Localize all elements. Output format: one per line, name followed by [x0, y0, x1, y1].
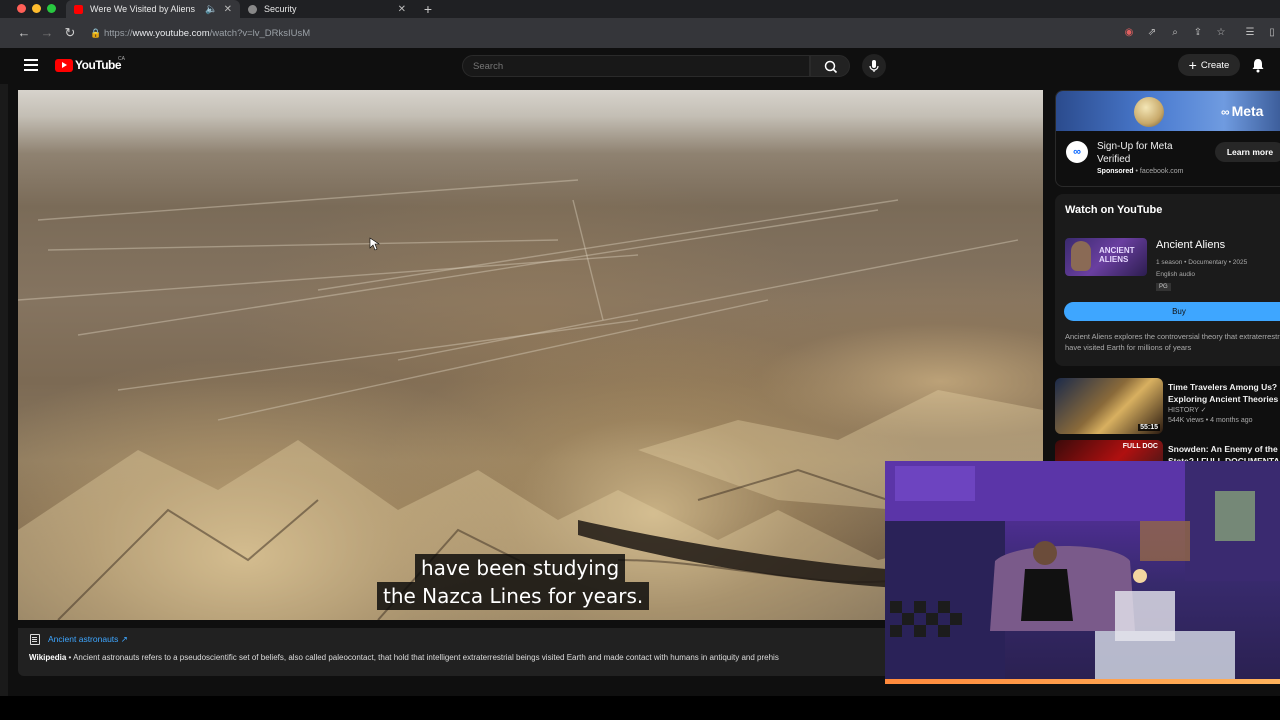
tab-title: Security: [264, 4, 297, 14]
info-text: • Ancient astronauts refers to a pseudos…: [66, 653, 779, 662]
browser-toolbar: ← → ↻ 🔒 https://www.youtube.com/watch?v=…: [0, 18, 1280, 48]
back-arrow-icon[interactable]: ←: [16, 25, 32, 40]
zoom-icon[interactable]: ⌕: [1169, 27, 1181, 38]
webcam-frame-accent: [885, 679, 1280, 684]
minimize-window-button[interactable]: [32, 4, 41, 13]
mouse-cursor-icon: [369, 237, 380, 251]
channel-name[interactable]: HISTORY ✓: [1168, 406, 1207, 414]
watch-on-youtube-card: Watch on YouTube ANCIENT ALIENS Ancient …: [1055, 194, 1280, 366]
tab-audio-icon[interactable]: 🔈: [205, 4, 217, 15]
browser-tab-bar: Were We Visited by Aliens 🔈 ✕ Security ✕…: [0, 0, 1280, 18]
recommended-video[interactable]: 55:15 Time Travelers Among Us? Exploring…: [1055, 378, 1280, 438]
youtube-play-logo-icon: [55, 58, 73, 72]
country-code: CA: [118, 56, 125, 62]
learn-more-button[interactable]: Learn more: [1215, 142, 1280, 162]
info-description: Wikipedia • Ancient astronauts refers to…: [29, 653, 779, 662]
browser-tab-youtube[interactable]: Were We Visited by Aliens 🔈 ✕: [66, 0, 240, 18]
rating-badge: PG: [1156, 283, 1171, 291]
webcam-room-scene: [885, 461, 1280, 684]
ad-title: Sign-Up for Meta Verified: [1097, 141, 1173, 165]
tab-close-icon[interactable]: ✕: [224, 4, 232, 15]
lock-icon: 🔒: [90, 27, 102, 38]
info-source: Wikipedia: [29, 653, 67, 662]
ad-banner-image: ∞ Meta: [1056, 91, 1280, 131]
topic-link[interactable]: Ancient astronauts ↗: [48, 634, 128, 645]
plus-icon: +: [1188, 57, 1197, 73]
window-left-edge: [0, 84, 8, 696]
create-button[interactable]: + Create: [1178, 54, 1240, 76]
show-description: Ancient Aliens explores the controversia…: [1065, 332, 1280, 352]
bottom-black-bar: [0, 696, 1280, 720]
video-title[interactable]: Time Travelers Among Us? Exploring Ancie…: [1168, 381, 1280, 405]
open-external-icon[interactable]: ⇗: [1146, 27, 1158, 38]
sponsored-ad-card[interactable]: ∞ Meta ∞ Sign-Up for Meta Verified Sponso…: [1055, 90, 1280, 187]
document-icon: [30, 634, 40, 645]
webcam-overlay: [885, 461, 1280, 684]
maximize-window-button[interactable]: [47, 4, 56, 13]
create-label: Create: [1200, 59, 1230, 71]
ad-domain: • facebook.com: [1133, 168, 1184, 175]
search-input[interactable]: Search: [462, 55, 810, 77]
ancient-aliens-thumbnail[interactable]: ANCIENT ALIENS: [1065, 238, 1147, 276]
full-doc-badge: FULL DOC: [1122, 443, 1158, 450]
sponsored-label: Sponsored: [1097, 168, 1134, 175]
share-icon[interactable]: ⇪: [1192, 27, 1204, 38]
screen: Were We Visited by Aliens 🔈 ✕ Security ✕…: [0, 0, 1280, 720]
url-scheme: https://: [104, 27, 133, 39]
bookmark-star-icon[interactable]: ☆: [1215, 27, 1227, 38]
show-meta: 1 season • Documentary • 2025 English au…: [1156, 257, 1247, 281]
reload-icon[interactable]: ↻: [62, 25, 78, 41]
subtitle-line-1: have been studying: [415, 554, 626, 582]
planet-graphic: [1134, 97, 1164, 127]
meta-infinity-icon: ∞: [1221, 105, 1230, 119]
watch-card-heading: Watch on YouTube: [1065, 204, 1163, 216]
google-favicon-icon: [248, 4, 257, 14]
search-icon: [824, 60, 838, 74]
subtitle-line-2: the Nazca Lines for years.: [377, 582, 650, 610]
tab-title: Were We Visited by Aliens: [90, 4, 196, 14]
hamburger-menu-icon[interactable]: [24, 59, 38, 71]
search-button[interactable]: [810, 55, 850, 77]
youtube-header: YouTube CA Search + Create: [0, 48, 1280, 84]
url-path: /watch?v=lv_DRksIUsM: [209, 27, 311, 39]
extension-icon[interactable]: ◉: [1123, 27, 1135, 38]
show-meta-line1: 1 season • Documentary • 2025: [1156, 259, 1248, 266]
voice-search-button[interactable]: [862, 54, 886, 78]
video-thumbnail[interactable]: 55:15: [1055, 378, 1163, 434]
context-info-panel: Ancient astronauts ↗ Wikipedia • Ancient…: [18, 628, 888, 676]
youtube-logo[interactable]: YouTube: [55, 58, 122, 72]
reading-list-icon[interactable]: ☰: [1244, 27, 1256, 38]
meta-logo-text: Meta: [1231, 103, 1264, 119]
thumbnail-title-text: ANCIENT ALIENS: [1099, 246, 1135, 264]
forward-arrow-icon[interactable]: →: [39, 25, 55, 40]
buy-button[interactable]: Buy: [1064, 302, 1280, 321]
youtube-wordmark: YouTube: [75, 58, 122, 72]
video-views: 544K views • 4 months ago: [1168, 417, 1253, 424]
address-bar[interactable]: 🔒 https://www.youtube.com/watch?v=lv_DRk…: [88, 23, 1108, 43]
close-window-button[interactable]: [17, 4, 26, 13]
notifications-bell-icon[interactable]: [1250, 57, 1266, 73]
browser-tab-security[interactable]: Security ✕: [240, 0, 414, 18]
show-title[interactable]: Ancient Aliens: [1156, 239, 1225, 251]
host-portrait: [1071, 241, 1091, 271]
ad-sponsor-line: Sponsored • facebook.com: [1097, 168, 1183, 175]
microphone-icon: [869, 60, 879, 72]
side-panel-icon[interactable]: ▯: [1266, 27, 1278, 38]
new-tab-plus-icon[interactable]: +: [421, 1, 435, 17]
youtube-favicon-icon: [74, 4, 83, 14]
meta-avatar-icon: ∞: [1066, 141, 1088, 163]
tab-close-icon[interactable]: ✕: [398, 4, 406, 15]
meta-logo: ∞ Meta: [1221, 103, 1263, 119]
url-host: www.youtube.com: [132, 27, 210, 39]
show-meta-line2: English audio: [1156, 271, 1196, 278]
video-duration: 55:15: [1138, 424, 1160, 431]
